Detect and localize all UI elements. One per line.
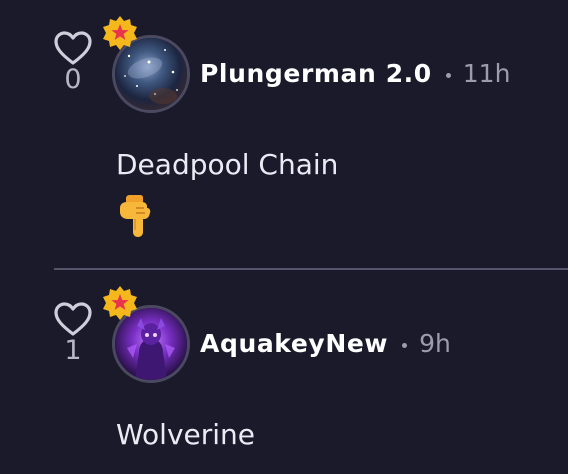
- like-count: 1: [64, 335, 82, 366]
- username-link[interactable]: AquakeyNew: [200, 329, 388, 358]
- comment-divider: [54, 268, 568, 270]
- timestamp: 9h: [419, 329, 451, 358]
- star-badge-icon: [103, 16, 137, 50]
- comment-meta: Plungerman 2.0 11h: [200, 54, 510, 94]
- username-link[interactable]: Plungerman 2.0: [200, 59, 432, 88]
- star-badge-icon: [103, 286, 137, 320]
- comment-text: Deadpool Chain: [116, 148, 339, 181]
- comment-text: Wolverine: [116, 418, 256, 451]
- pointing-down-hand-emoji: [120, 195, 151, 237]
- heart-icon[interactable]: [53, 301, 93, 337]
- like-control[interactable]: 0: [52, 30, 94, 94]
- heart-icon[interactable]: [53, 30, 93, 66]
- avatar-container[interactable]: [103, 286, 190, 383]
- like-count: 0: [64, 64, 82, 95]
- separator-dot: [445, 73, 451, 78]
- avatar-container[interactable]: [103, 16, 190, 113]
- like-control[interactable]: 1: [52, 301, 94, 365]
- timestamp: 11h: [462, 59, 511, 88]
- separator-dot: [402, 343, 408, 348]
- comment-meta: AquakeyNew 9h: [200, 324, 451, 364]
